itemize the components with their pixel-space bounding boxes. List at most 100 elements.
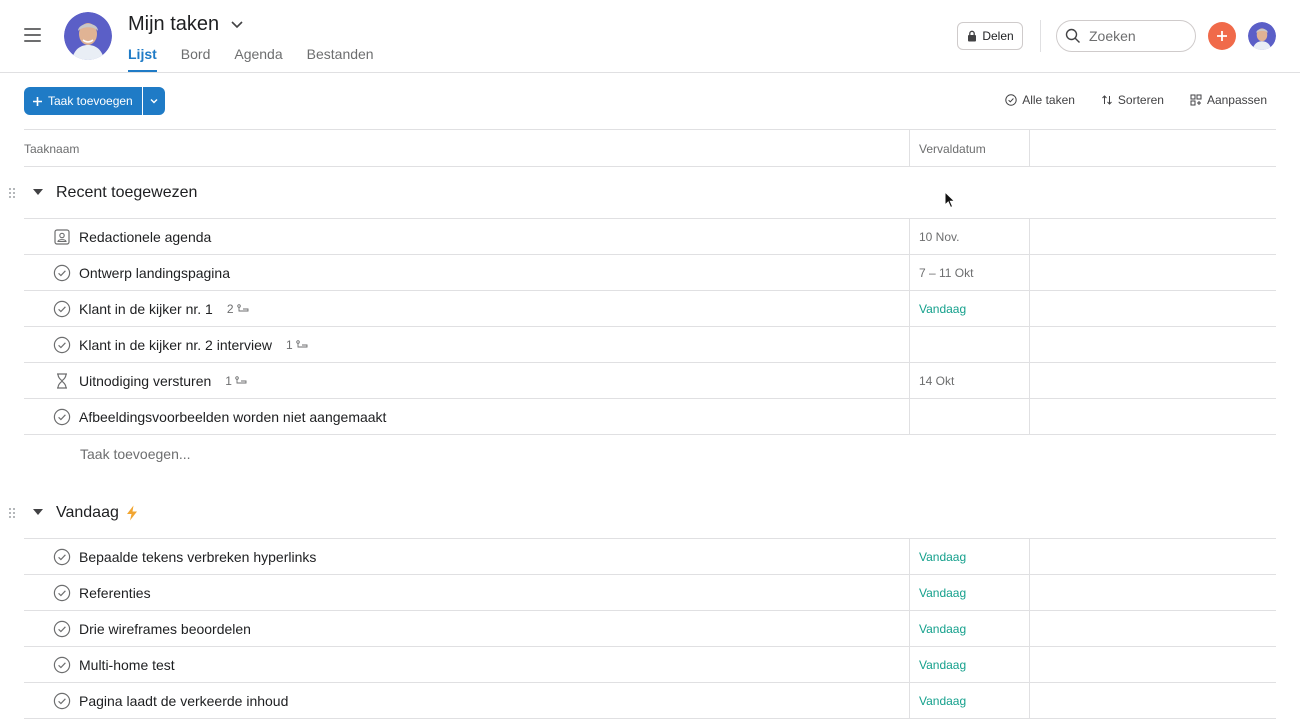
task-name[interactable]: Klant in de kijker nr. 2 interview <box>79 337 272 353</box>
due-date-cell[interactable]: Vandaag <box>909 647 1029 682</box>
drag-handle-icon[interactable] <box>8 507 16 519</box>
search-input[interactable] <box>1089 28 1185 44</box>
table-row[interactable]: Uitnodiging versturen 1 14 Okt <box>24 363 1276 399</box>
table-row[interactable]: Afbeeldingsvoorbeelden worden niet aange… <box>24 399 1276 435</box>
task-name[interactable]: Redactionele agenda <box>79 229 211 245</box>
task-name[interactable]: Referenties <box>79 585 151 601</box>
subtask-count[interactable]: 2 <box>227 302 249 316</box>
check-circle-icon[interactable] <box>53 620 71 638</box>
empty-cell <box>1029 255 1276 290</box>
task-name-cell: Pagina laadt de verkeerde inhoud <box>24 683 909 718</box>
search-icon <box>1065 28 1080 43</box>
task-name[interactable]: Klant in de kijker nr. 1 <box>79 301 213 317</box>
table-header: Taaknaam Vervaldatum <box>24 129 1276 167</box>
subtask-icon <box>235 375 247 386</box>
chevron-down-icon[interactable] <box>229 17 245 33</box>
task-name-cell: Ontwerp landingspagina <box>24 255 909 290</box>
task-name-cell: Drie wireframes beoordelen <box>24 611 909 646</box>
tab-lijst[interactable]: Lijst <box>128 44 157 72</box>
task-name[interactable]: Ontwerp landingspagina <box>79 265 230 281</box>
subtask-count-value: 2 <box>226 301 234 316</box>
task-name[interactable]: Afbeeldingsvoorbeelden worden niet aange… <box>79 409 386 425</box>
top-bar: Mijn taken Lijst Bord Agenda Bestanden D… <box>0 0 1300 73</box>
table-row[interactable]: Klant in de kijker nr. 2 interview 1 <box>24 327 1276 363</box>
view-tabs: Lijst Bord Agenda Bestanden <box>128 44 374 72</box>
due-date-cell[interactable]: Vandaag <box>909 539 1029 574</box>
check-circle-icon[interactable] <box>53 548 71 566</box>
table-row[interactable]: Drie wireframes beoordelen Vandaag <box>24 611 1276 647</box>
tab-bestanden[interactable]: Bestanden <box>307 44 374 72</box>
empty-cell <box>1029 683 1276 718</box>
all-tasks-filter[interactable]: Alle taken <box>1005 93 1075 107</box>
avatar <box>64 12 112 60</box>
task-name-cell: Klant in de kijker nr. 1 2 <box>24 291 909 326</box>
approval-icon[interactable] <box>53 228 71 246</box>
table-row[interactable]: Ontwerp landingspagina 7 – 11 Okt <box>24 255 1276 291</box>
task-name[interactable]: Uitnodiging versturen <box>79 373 211 389</box>
share-button[interactable]: Delen <box>957 22 1023 50</box>
sort-button[interactable]: Sorteren <box>1101 93 1164 107</box>
grid-icon <box>1190 94 1202 106</box>
column-header-due[interactable]: Vervaldatum <box>909 130 1029 167</box>
add-task-dropdown[interactable] <box>142 87 165 115</box>
due-date-cell[interactable]: 10 Nov. <box>909 219 1029 254</box>
task-name[interactable]: Drie wireframes beoordelen <box>79 621 251 637</box>
empty-cell <box>1029 575 1276 610</box>
collapse-caret-icon[interactable] <box>33 189 43 197</box>
add-task-button[interactable]: Taak toevoegen <box>24 87 142 115</box>
customize-button[interactable]: Aanpassen <box>1190 93 1267 107</box>
search-box[interactable] <box>1056 20 1196 52</box>
add-task-inline[interactable]: Taak toevoegen... <box>24 435 1276 473</box>
subtask-count[interactable]: 1 <box>225 374 247 388</box>
tab-bord[interactable]: Bord <box>181 44 211 72</box>
empty-cell <box>1029 539 1276 574</box>
table-row[interactable]: Pagina laadt de verkeerde inhoud Vandaag <box>24 683 1276 719</box>
task-name-cell: Bepaalde tekens verbreken hyperlinks <box>24 539 909 574</box>
due-date-cell[interactable]: 14 Okt <box>909 363 1029 398</box>
due-date-cell[interactable] <box>909 399 1029 434</box>
due-date-cell[interactable]: 7 – 11 Okt <box>909 255 1029 290</box>
drag-handle-icon[interactable] <box>8 187 16 199</box>
task-name[interactable]: Multi-home test <box>79 657 175 673</box>
check-circle-icon[interactable] <box>53 264 71 282</box>
check-circle-icon[interactable] <box>53 584 71 602</box>
check-circle-icon[interactable] <box>53 692 71 710</box>
task-name-cell: Multi-home test <box>24 647 909 682</box>
menu-icon[interactable] <box>24 28 41 42</box>
section-header: Vandaag <box>9 487 1276 539</box>
empty-cell <box>1029 647 1276 682</box>
section-title[interactable]: Recent toegewezen <box>56 184 197 202</box>
table-row[interactable]: Bepaalde tekens verbreken hyperlinks Vand… <box>24 539 1276 575</box>
check-circle-icon[interactable] <box>53 656 71 674</box>
quick-add-button[interactable] <box>1208 22 1236 50</box>
check-circle-icon[interactable] <box>53 408 71 426</box>
task-name-cell: Klant in de kijker nr. 2 interview 1 <box>24 327 909 362</box>
hourglass-icon[interactable] <box>53 372 71 390</box>
table-row[interactable]: Referenties Vandaag <box>24 575 1276 611</box>
due-date-cell[interactable]: Vandaag <box>909 611 1029 646</box>
subtask-count[interactable]: 1 <box>286 338 308 352</box>
add-task-group: Taak toevoegen <box>24 87 165 115</box>
section-header: Recent toegewezen <box>9 167 1276 219</box>
check-circle-icon[interactable] <box>53 336 71 354</box>
collapse-caret-icon[interactable] <box>33 509 43 517</box>
task-name[interactable]: Pagina laadt de verkeerde inhoud <box>79 693 288 709</box>
table-row[interactable]: Redactionele agenda 10 Nov. <box>24 219 1276 255</box>
task-name[interactable]: Bepaalde tekens verbreken hyperlinks <box>79 549 316 565</box>
subtask-count-value: 1 <box>285 337 293 352</box>
due-date-cell[interactable]: Vandaag <box>909 575 1029 610</box>
section-title[interactable]: Vandaag <box>56 504 119 522</box>
add-task-label: Taak toevoegen <box>48 94 133 108</box>
task-table: Taaknaam Vervaldatum Recent toegewezen Re… <box>9 129 1276 728</box>
due-date-cell[interactable]: Vandaag <box>909 291 1029 326</box>
table-row[interactable]: Klant in de kijker nr. 1 2 Vandaag <box>24 291 1276 327</box>
column-header-name[interactable]: Taaknaam <box>24 130 909 167</box>
check-circle-icon[interactable] <box>53 300 71 318</box>
due-date-cell[interactable] <box>909 327 1029 362</box>
profile-avatar[interactable] <box>1248 22 1276 50</box>
table-row[interactable]: Multi-home test Vandaag <box>24 647 1276 683</box>
tab-agenda[interactable]: Agenda <box>234 44 282 72</box>
due-date-cell[interactable]: Vandaag <box>909 683 1029 718</box>
add-task-inline[interactable]: Taak toevoegen... <box>24 719 1276 728</box>
